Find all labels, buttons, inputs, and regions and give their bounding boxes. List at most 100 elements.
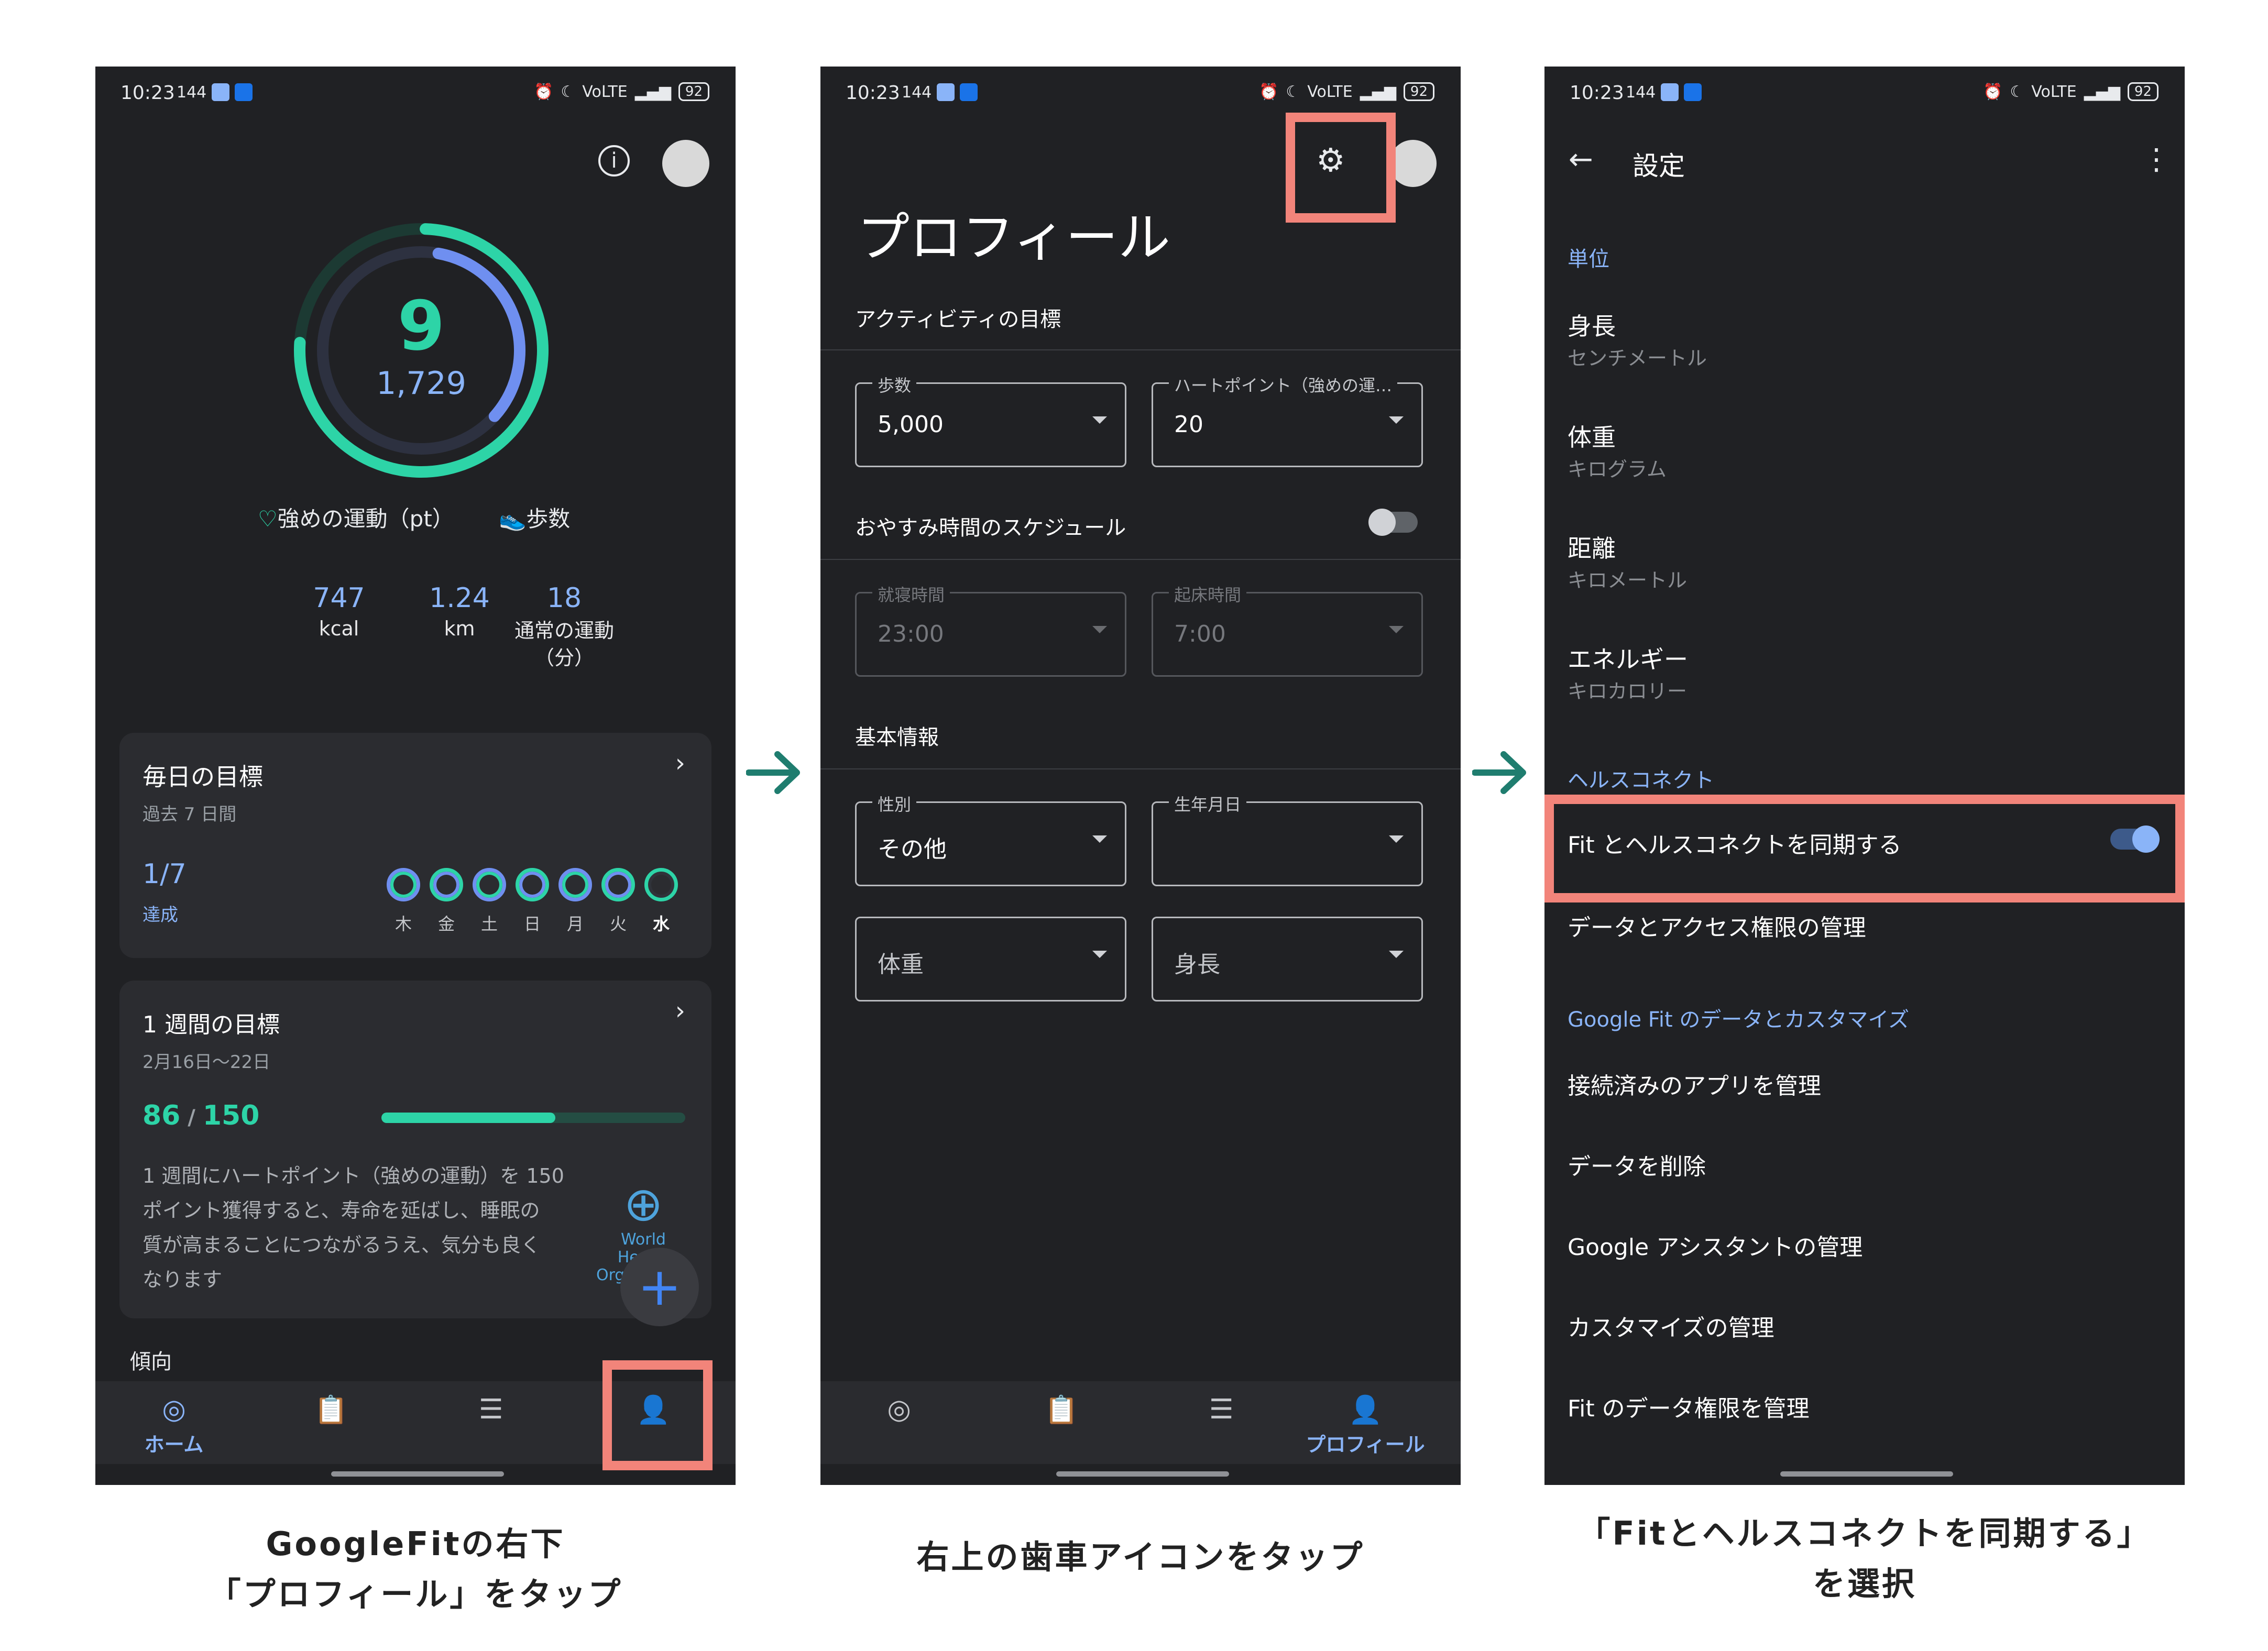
height-dropdown[interactable]: 身長 <box>1152 917 1423 1001</box>
nav-browse[interactable]: ☰ <box>1169 1394 1274 1425</box>
gender-value: その他 <box>878 836 947 863</box>
weekly-progress-text: 86 / 150 <box>143 1100 260 1131</box>
units-section-header: 単位 <box>1568 247 1609 271</box>
weekly-goal-card[interactable]: 1 週間の目標 › 2月16日〜22日 86 / 150 1 週間にハートポイン… <box>119 981 711 1318</box>
caption-step-3: 「Fitとヘルスコネクトを同期する」 を選択 <box>1544 1509 2185 1609</box>
volte-label: VoLTE <box>582 82 628 101</box>
nav-home[interactable]: ◎ ホーム <box>122 1394 226 1457</box>
battery-icon: 92 <box>678 82 709 101</box>
info-icon[interactable]: i <box>598 145 630 177</box>
desc-line: なります <box>143 1268 223 1291</box>
trend-heading: 傾向 <box>130 1350 172 1374</box>
activity-goal-heading: アクティビティの目標 <box>855 307 1061 332</box>
nav-journal[interactable]: 📋 <box>1009 1394 1114 1426</box>
assistant-item[interactable]: Google アシスタントの管理 <box>1568 1228 1862 1262</box>
clipboard-icon: 📋 <box>314 1394 348 1426</box>
stat-kcal-unit: kcal <box>319 617 359 640</box>
customize-item[interactable]: カスタマイズの管理 <box>1568 1309 1774 1342</box>
daily-goal-subtitle: 過去 7 日間 <box>143 804 237 825</box>
gender-dropdown[interactable]: 性別 その他 <box>855 791 1126 886</box>
google-fit-section-header: Google Fit のデータとカスタマイズ <box>1568 1008 1910 1032</box>
basic-info-heading: 基本情報 <box>855 725 939 750</box>
divider <box>820 559 1461 560</box>
refresh-rate: 144 <box>1626 83 1656 102</box>
steps-goal-dropdown[interactable]: 歩数 5,000 <box>855 372 1126 467</box>
mail-icon <box>1661 83 1679 101</box>
unit-title: 身長 <box>1568 312 1616 340</box>
day-label: 木 <box>395 914 412 934</box>
day-labels: 木 金 土 日 月 火 水 <box>387 911 678 935</box>
add-fab-button[interactable]: + <box>620 1248 699 1326</box>
data-permissions-item[interactable]: Fit のデータ権限を管理 <box>1568 1390 1810 1423</box>
plus-icon: + <box>638 1256 682 1317</box>
unit-title: 距離 <box>1568 534 1616 563</box>
heart-points-value: 9 <box>397 286 445 366</box>
app-icon <box>235 83 253 101</box>
wake-time-dropdown[interactable]: 起床時間 7:00 <box>1152 582 1423 677</box>
arrow-right-icon <box>746 751 800 794</box>
heart-goal-dropdown[interactable]: ハートポイント（強めの運… 20 <box>1152 372 1423 467</box>
birthday-dropdown[interactable]: 生年月日 <box>1152 791 1423 886</box>
nav-home[interactable]: ◎ <box>847 1394 951 1425</box>
weight-label: 体重 <box>878 951 924 978</box>
unit-value: キロカロリー <box>1568 680 1688 703</box>
height-label: 身長 <box>1174 951 1220 978</box>
avatar[interactable] <box>1389 140 1437 187</box>
arrow-right-icon <box>1472 751 1526 794</box>
delete-data-item[interactable]: データを削除 <box>1568 1148 1706 1181</box>
alarm-icon: ⏰ <box>534 82 554 101</box>
stat-minutes-value: 18 <box>546 582 582 614</box>
alarm-icon: ⏰ <box>1983 82 2003 101</box>
connected-apps-item[interactable]: 接続済みのアプリを管理 <box>1568 1067 1821 1100</box>
back-arrow-icon[interactable]: ← <box>1569 144 1593 175</box>
nav-profile-label: プロフィール <box>1306 1433 1425 1456</box>
legend-heart: ♡強めの運動（pt） <box>258 501 454 533</box>
unit-value: キログラム <box>1568 458 1667 481</box>
dropdown-arrow-icon <box>1092 835 1107 843</box>
dropdown-arrow-icon <box>1092 951 1107 958</box>
weekly-goal-range: 2月16日〜22日 <box>143 1052 271 1073</box>
screen-home: 10:23 144 ⏰ ☾ VoLTE ▂▄▆ 92 i 9 1,729 ♡強め… <box>95 67 736 1485</box>
heart-goal-value: 20 <box>1174 411 1203 438</box>
nav-profile[interactable]: 👤 プロフィール <box>1281 1394 1449 1457</box>
list-icon: ☰ <box>1209 1394 1234 1425</box>
weight-dropdown[interactable]: 体重 <box>855 917 1126 1001</box>
sleep-schedule-toggle[interactable] <box>1368 509 1418 536</box>
dropdown-arrow-icon <box>1389 416 1404 424</box>
avatar[interactable] <box>662 140 709 187</box>
legend-heart-label: 強めの運動（pt） <box>277 506 454 532</box>
status-right: ⏰ ☾ VoLTE ▂▄▆ 92 <box>534 82 709 101</box>
gesture-bar <box>331 1471 504 1477</box>
steps-goal-label: 歩数 <box>872 372 917 397</box>
birthday-label: 生年月日 <box>1169 791 1247 816</box>
dropdown-arrow-icon <box>1092 626 1107 633</box>
home-icon: ◎ <box>162 1394 186 1425</box>
unit-value: キロメートル <box>1568 569 1688 592</box>
gesture-bar <box>1056 1471 1229 1477</box>
bedtime-label: 就寝時間 <box>872 582 950 606</box>
caption-line: 「Fitとヘルスコネクトを同期する」 <box>1577 1514 2152 1553</box>
mail-icon <box>937 83 955 101</box>
daily-achieved: 1/7 <box>143 858 187 890</box>
caption-line: 「プロフィール」をタップ <box>208 1575 623 1613</box>
weekly-progress-total: 150 <box>202 1100 260 1131</box>
data-access-item[interactable]: データとアクセス権限の管理 <box>1568 909 1866 942</box>
nav-journal[interactable]: 📋 <box>279 1394 384 1426</box>
status-right: ⏰ ☾ VoLTE ▂▄▆ 92 <box>1983 82 2159 101</box>
day-label: 火 <box>609 914 627 934</box>
person-icon: 👤 <box>1348 1394 1383 1426</box>
day-ring <box>516 868 549 901</box>
gender-label: 性別 <box>872 791 917 816</box>
bedtime-dropdown[interactable]: 就寝時間 23:00 <box>855 582 1126 677</box>
nav-browse[interactable]: ☰ <box>439 1394 543 1425</box>
daily-goal-card[interactable]: 毎日の目標 › 過去 7 日間 1/7 達成 木 金 土 日 月 火 水 <box>119 733 711 958</box>
highlight-sync-row <box>1544 795 2185 902</box>
app-icon <box>1684 83 1702 101</box>
screen-settings: 10:23 144 ⏰ ☾ VoLTE ▂▄▆ 92 ← 設定 ⋮ 単位 身長 … <box>1544 67 2185 1485</box>
steps-goal-value: 5,000 <box>878 411 944 438</box>
more-vert-icon[interactable]: ⋮ <box>2142 144 2171 175</box>
day-ring <box>644 868 678 901</box>
day-ring <box>601 868 635 901</box>
dropdown-arrow-icon <box>1389 626 1404 633</box>
bottom-nav: ◎ 📋 ☰ 👤 プロフィール <box>820 1381 1461 1464</box>
